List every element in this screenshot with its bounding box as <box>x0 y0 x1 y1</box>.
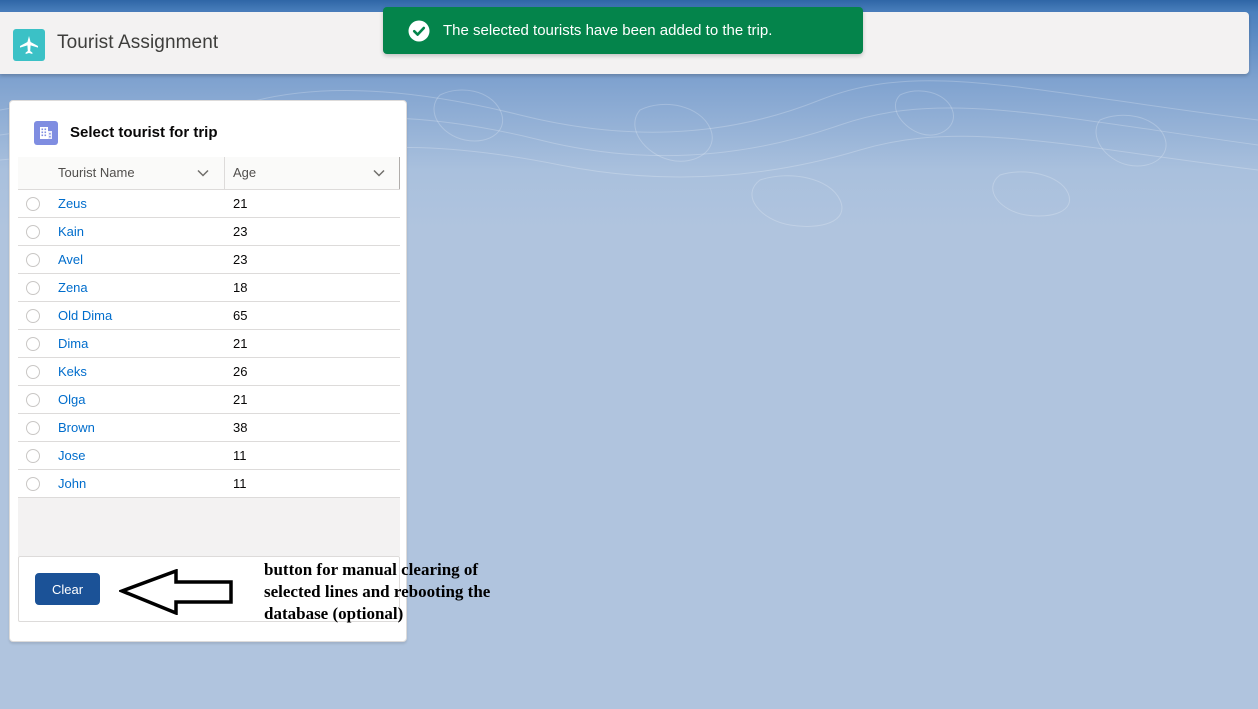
card-title: Select tourist for trip <box>70 124 218 141</box>
column-header-tourist-name[interactable]: Tourist Name <box>58 157 135 189</box>
row-radio[interactable] <box>26 449 40 463</box>
table-header: Tourist Name Age <box>18 157 400 190</box>
tourist-age: 38 <box>233 420 248 435</box>
tourist-age: 11 <box>233 476 247 491</box>
tourist-name-link[interactable]: Brown <box>58 420 95 435</box>
airplane-icon <box>13 29 45 61</box>
row-radio[interactable] <box>26 309 40 323</box>
table-row: Kain 23 <box>18 218 400 246</box>
tourist-name-link[interactable]: Keks <box>58 364 87 379</box>
tourist-age: 26 <box>233 364 248 379</box>
tourist-age: 18 <box>233 280 248 295</box>
toast-message: The selected tourists have been added to… <box>443 22 773 39</box>
table-row: Avel 23 <box>18 246 400 274</box>
table-row: Zeus 21 <box>18 190 400 218</box>
tourist-name-link[interactable]: Zeus <box>58 196 87 211</box>
table-row: Zena 18 <box>18 274 400 302</box>
row-radio[interactable] <box>26 253 40 267</box>
table-row: John 11 <box>18 470 400 498</box>
left-arrow-annotation <box>119 569 233 615</box>
row-radio[interactable] <box>26 225 40 239</box>
table-row: Jose 11 <box>18 442 400 470</box>
row-radio[interactable] <box>26 393 40 407</box>
row-radio[interactable] <box>26 365 40 379</box>
tourist-age: 23 <box>233 224 248 239</box>
tourist-name-link[interactable]: Jose <box>58 448 85 463</box>
table-empty-area <box>18 498 400 556</box>
check-circle-icon <box>408 20 430 42</box>
column-divider <box>399 157 400 189</box>
tourist-age: 65 <box>233 308 248 323</box>
row-radio[interactable] <box>26 281 40 295</box>
tourist-name-link[interactable]: Old Dima <box>58 308 112 323</box>
tourist-table: Tourist Name Age Zeus 21 Kain 23 Avel 23 <box>18 157 400 498</box>
tourist-age: 21 <box>233 196 248 211</box>
tourist-name-link[interactable]: Zena <box>58 280 88 295</box>
tourist-name-link[interactable]: Avel <box>58 252 83 267</box>
column-divider[interactable] <box>224 157 225 189</box>
clear-button[interactable]: Clear <box>35 573 100 605</box>
tourist-age: 21 <box>233 336 248 351</box>
tourist-name-link[interactable]: Olga <box>58 392 85 407</box>
tourist-name-link[interactable]: Dima <box>58 336 88 351</box>
app-title: Tourist Assignment <box>57 32 219 53</box>
tourist-age: 23 <box>233 252 248 267</box>
column-header-age[interactable]: Age <box>233 157 256 189</box>
tourist-age: 21 <box>233 392 248 407</box>
chevron-down-icon[interactable] <box>197 168 209 178</box>
table-row: Old Dima 65 <box>18 302 400 330</box>
building-icon <box>34 121 58 145</box>
table-row: Keks 26 <box>18 358 400 386</box>
tourist-age: 11 <box>233 448 247 463</box>
tourist-name-link[interactable]: Kain <box>58 224 84 239</box>
table-row: Dima 21 <box>18 330 400 358</box>
tourist-name-link[interactable]: John <box>58 476 86 491</box>
row-radio[interactable] <box>26 197 40 211</box>
table-row: Olga 21 <box>18 386 400 414</box>
success-toast: The selected tourists have been added to… <box>383 7 863 54</box>
row-radio[interactable] <box>26 337 40 351</box>
chevron-down-icon[interactable] <box>373 168 385 178</box>
row-radio[interactable] <box>26 421 40 435</box>
table-row: Brown 38 <box>18 414 400 442</box>
row-radio[interactable] <box>26 477 40 491</box>
annotation-text: button for manual clearing of selected l… <box>264 560 491 623</box>
